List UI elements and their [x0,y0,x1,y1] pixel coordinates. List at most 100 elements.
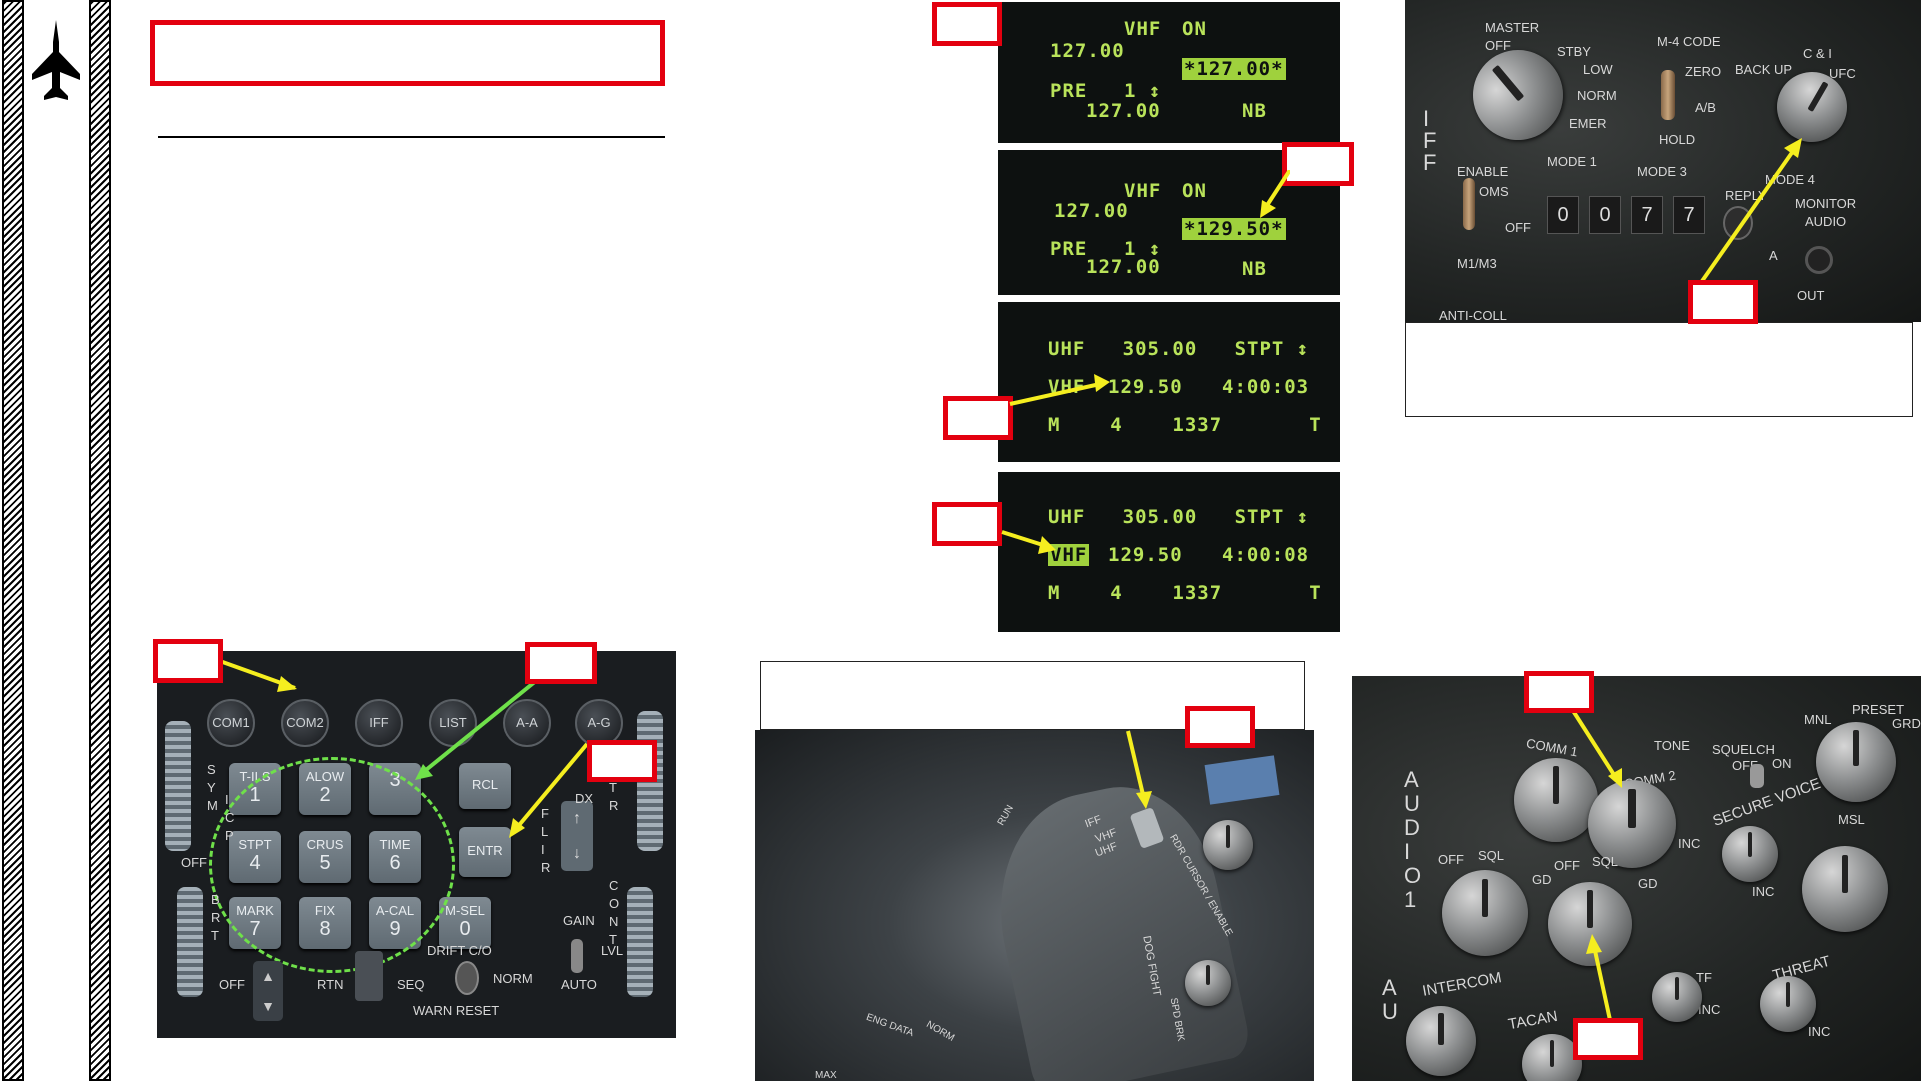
mode-code-display: 0 0 7 7 [1547,196,1713,234]
iff-label-master: MASTER [1485,20,1540,35]
iff-label-anticoll: ANTI-COLL [1439,308,1507,322]
intercom-knob[interactable] [1406,1006,1476,1076]
icp-drift-label: DRIFT C/O [427,943,492,958]
audio-label-tf: TF [1696,970,1712,985]
iff-panel-photo: MASTER OFF STBY LOW NORM EMER M-4 CODE Z… [1405,0,1921,322]
iff-label-m1m3: M1/M3 [1457,256,1497,271]
gain-switch[interactable] [571,939,583,973]
squelch-switch[interactable] [1750,764,1764,788]
iff-vertical-label: I F F [1423,106,1437,175]
throttle-label-norm: NORM [924,1019,957,1044]
iff-caption-box [1405,322,1913,417]
ded1-nb: NB [1242,100,1267,122]
audio1-vertical-label: A U D I O 1 [1404,767,1422,912]
audio-label-on: ON [1772,756,1792,771]
audio-label-inc: INC [1678,836,1701,851]
icp-gain-label: GAIN [563,913,595,928]
audio-label-off-2: OFF [1438,852,1464,867]
icp-key-0[interactable]: M-SEL 0 [439,897,491,949]
ded1-active-freq: 127.00 [1050,40,1125,62]
iff-yellow-arrow [1698,138,1802,286]
dogfight-switch[interactable] [1185,960,1231,1006]
iff-label-audio: AUDIO [1805,214,1847,229]
icp-auto-label: AUTO [561,977,597,992]
enable-switch[interactable] [1463,178,1475,230]
iff-label-low: LOW [1583,62,1613,77]
wx-rocker[interactable]: ▲ ▼ [253,961,283,1021]
iff-label-emer: EMER [1569,116,1607,131]
ded1-scratchpad: *127.00* [1182,58,1286,80]
callout-iff [1688,280,1758,324]
iff-label-m4code: M-4 CODE [1657,34,1721,49]
comm1-sql-knob[interactable] [1442,870,1528,956]
code-digit[interactable]: 0 [1589,196,1621,234]
audio-label-grd: GRD [1892,716,1921,731]
audio-label-msl: MSL [1838,812,1865,827]
audio-label-preset: PRESET [1852,702,1905,717]
title-underline [158,136,665,138]
icp-brt-label: B R T [211,892,221,943]
ded1-preset-freq: 127.00 [1086,100,1161,122]
callout-entr [587,740,657,782]
iff-label-ci: C & I [1803,46,1832,61]
audio-label-inc-3: INC [1698,1002,1721,1017]
audio-label-sql: SQL [1478,848,1505,863]
icp-rtn-label: RTN [317,977,344,992]
callout-keypad [525,642,597,684]
throttle-grip[interactable] [977,770,1253,1081]
throttle-yellow-arrow [1126,730,1152,809]
audio-yellow-arrows [1568,704,1622,1021]
icp-cont-label: C O N T [609,878,620,947]
iff-label-mode1: MODE 1 [1547,154,1597,169]
fighter-jet-icon [30,18,82,104]
iff-label-mode3: MODE 3 [1637,164,1687,179]
callout-ded1 [932,2,1002,46]
ded4-row3: M 4 1337 T 1X [1048,582,1322,604]
code-digit[interactable]: 7 [1631,196,1663,234]
iff-label-zero: ZERO [1685,64,1722,79]
threat-knob[interactable] [1760,976,1816,1032]
cont-wheel[interactable] [627,887,653,997]
iff-label-enable: ENABLE [1457,164,1509,179]
throttle-knob[interactable] [1203,820,1253,870]
throttle-label-run: RUN [995,803,1017,828]
iff-label-oms: OMS [1479,184,1509,199]
iff-label-stby: STBY [1557,44,1591,59]
throttle-photo: VHF UHF IFF RDR CURSOR / ENABLE DOG FIGH… [755,730,1314,1081]
audio-label-inc-4: INC [1808,1024,1831,1039]
icp-norm-label: NORM [493,971,533,986]
ded1-vhf: VHF [1124,18,1162,40]
iff-label-ab: A/B [1695,100,1716,115]
secure-voice-knob[interactable] [1722,826,1778,882]
drift-switch[interactable] [455,961,479,995]
callout-throttle [1185,706,1255,748]
callout-comm2-knob [1524,671,1594,713]
ded-yellow-arrows [1001,170,1290,554]
audio-label-inc-2: INC [1752,884,1775,899]
dataplate-blue [1204,755,1280,805]
audio-label-mnl: MNL [1804,712,1832,727]
msl-knob[interactable] [1802,846,1888,932]
preset-knob[interactable] [1816,722,1896,802]
sidebar-hatch-left [2,0,24,1081]
audio-label-secure: SECURE VOICE [1710,775,1823,830]
audio-label-intercom: INTERCOM [1421,969,1503,1000]
iff-label-off2: OFF [1505,220,1531,235]
ded1-on: ON [1182,18,1207,40]
m4-code-switch[interactable] [1661,70,1675,120]
ded-screen-1: VHF ON 127.00 *127.00* PRE 1 ↕ 127.00 NB [998,2,1340,143]
icp-warn-label: WARN RESET [413,1003,500,1018]
dobber-switch[interactable] [355,951,383,1001]
brt-wheel[interactable] [177,887,203,997]
ded1-pre: PRE [1050,80,1088,102]
iff-label-out: OUT [1797,288,1825,303]
ded1-preset: 1 ↕ [1124,80,1162,102]
audio-label-gd: GD [1532,872,1552,887]
title-box [150,20,665,86]
audio-label-squelch: SQUELCH [1712,742,1775,757]
icp-seq-label: SEQ [397,977,425,992]
icp-off-label-2: OFF [219,977,245,992]
audio-label-tacan: TACAN [1506,1007,1559,1034]
throttle-label-engdata: ENG DATA [864,1011,916,1040]
code-digit[interactable]: 0 [1547,196,1579,234]
